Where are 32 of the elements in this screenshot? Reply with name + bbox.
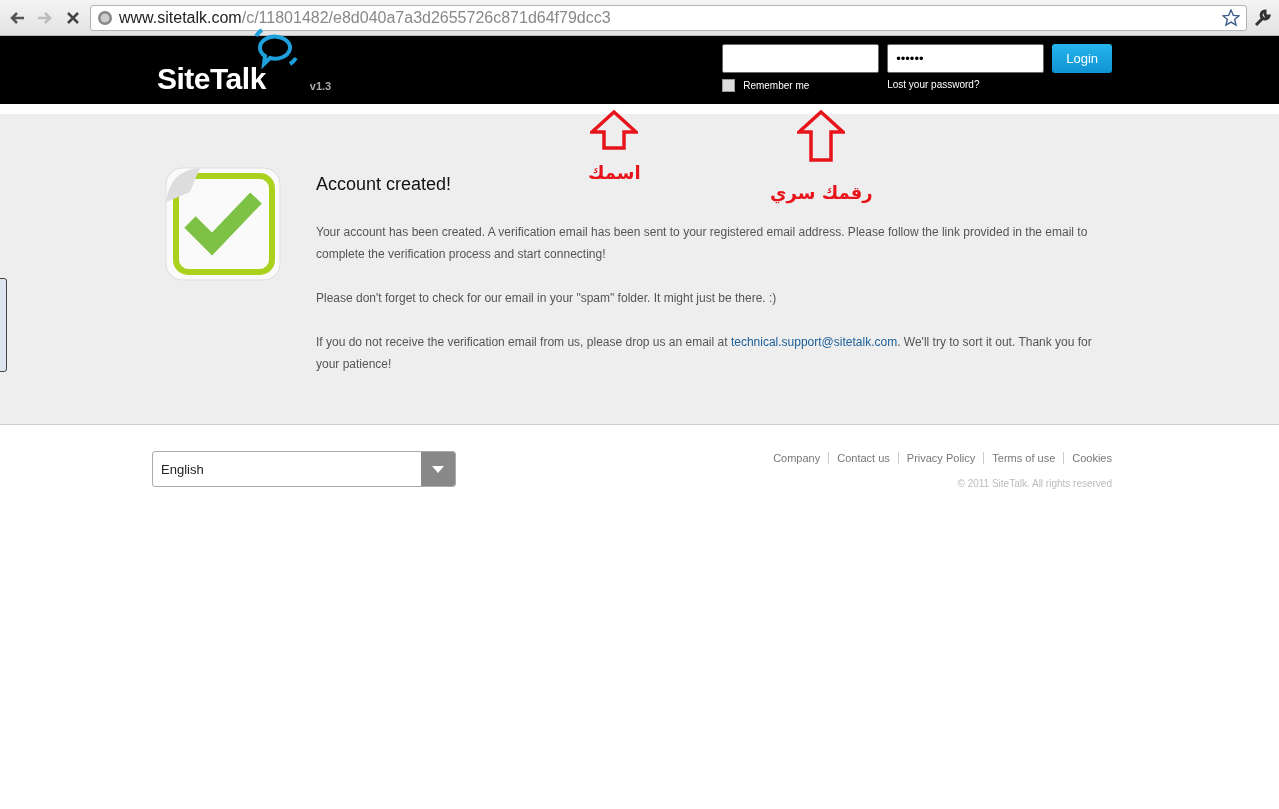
language-select[interactable]: English <box>152 451 456 487</box>
logo-text: SiteTalk <box>157 62 266 96</box>
message-title: Account created! <box>316 174 452 195</box>
remember-label: Remember me <box>743 80 810 91</box>
password-field[interactable]: •••••• <box>887 44 1045 73</box>
star-icon[interactable] <box>1222 8 1240 27</box>
copyright-text: © 2011 SiteTalk. All rights reserved <box>957 478 1112 489</box>
footer-link[interactable]: Cookies <box>1063 452 1112 464</box>
up-arrow-icon <box>590 110 639 150</box>
footer-link[interactable]: Terms of use <box>983 452 1064 464</box>
footer-link[interactable]: Privacy Policy <box>897 452 984 464</box>
back-arrow-icon[interactable] <box>9 10 25 25</box>
footer-link[interactable]: Contact us <box>828 452 898 464</box>
globe-icon <box>97 9 113 26</box>
remember-checkbox[interactable] <box>722 79 736 92</box>
url-host: www.sitetalk.com <box>119 8 242 26</box>
username-field[interactable] <box>722 44 880 73</box>
version-label: v1.3 <box>309 80 332 92</box>
message-paragraph: Your account has been created. A verification email has been sent to your registered email address. Please follow the link provided in the email to complete the verification process and start connecting! <box>316 224 1089 263</box>
address-bar[interactable]: www.sitetalk.com/c/11801482/e8d040a7a3d2655726c871d64f79dcc3 <box>90 4 1247 31</box>
caret-icon <box>432 465 444 473</box>
annotation-text: رقمك سري <box>770 182 873 203</box>
url-path: /c/11801482/e8d040a7a3d2655726c871d64f79dcc3 <box>241 8 611 26</box>
footer-link[interactable]: Company <box>765 452 829 464</box>
message-paragraph: Please don't forget to check for our email in your "spam" folder. It might just be there. :) <box>316 290 778 307</box>
login-button[interactable]: Login <box>1052 44 1112 73</box>
lost-password-link[interactable]: Lost your password? <box>887 79 1045 92</box>
up-arrow-icon <box>797 110 846 162</box>
annotation-text: اسمك <box>588 162 641 183</box>
message-paragraph: If you do not receive the verification email from us, please drop us an email at technical.support@sitetalk.com. We'll try to sort it out. Thank you for your patience! <box>316 334 1093 373</box>
wrench-icon[interactable] <box>1253 7 1273 28</box>
stop-icon[interactable] <box>66 10 80 25</box>
